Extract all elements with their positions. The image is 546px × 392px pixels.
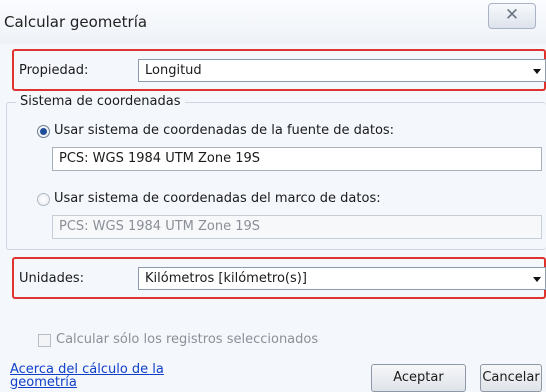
title-bar: Calcular geometría ✕ — [0, 0, 546, 44]
close-icon: ✕ — [504, 5, 520, 25]
property-label: Propiedad: — [19, 63, 89, 78]
source-coordinates-field[interactable]: PCS: WGS 1984 UTM Zone 19S — [52, 147, 542, 171]
chevron-down-icon — [533, 277, 541, 282]
units-value: Kilómetros [kilómetro(s)] — [145, 271, 307, 286]
radio-source-label[interactable]: Usar sistema de coordenadas de la fuente… — [54, 123, 394, 138]
frame-coordinates-field: PCS: WGS 1984 UTM Zone 19S — [52, 215, 542, 239]
help-link[interactable]: Acerca del cálculo de la geometría — [10, 363, 190, 389]
property-dropdown[interactable]: Longitud — [138, 59, 546, 82]
selected-only-label[interactable]: Calcular sólo los registros seleccionado… — [56, 332, 318, 347]
window-title: Calcular geometría — [4, 13, 148, 31]
radio-frame-coordinates[interactable] — [37, 193, 50, 206]
selected-only-checkbox[interactable] — [38, 334, 51, 347]
property-value: Longitud — [145, 63, 202, 78]
close-button[interactable]: ✕ — [488, 3, 536, 29]
coordinate-system-title: Sistema de coordenadas — [16, 94, 185, 109]
chevron-down-icon — [533, 69, 541, 74]
units-label: Unidades: — [19, 271, 84, 286]
ok-button[interactable]: Aceptar — [371, 364, 466, 392]
radio-source-coordinates[interactable] — [37, 125, 50, 138]
cancel-button[interactable]: Cancelar — [480, 364, 542, 392]
units-dropdown[interactable]: Kilómetros [kilómetro(s)] — [138, 267, 546, 290]
radio-frame-label[interactable]: Usar sistema de coordenadas del marco de… — [54, 191, 381, 206]
